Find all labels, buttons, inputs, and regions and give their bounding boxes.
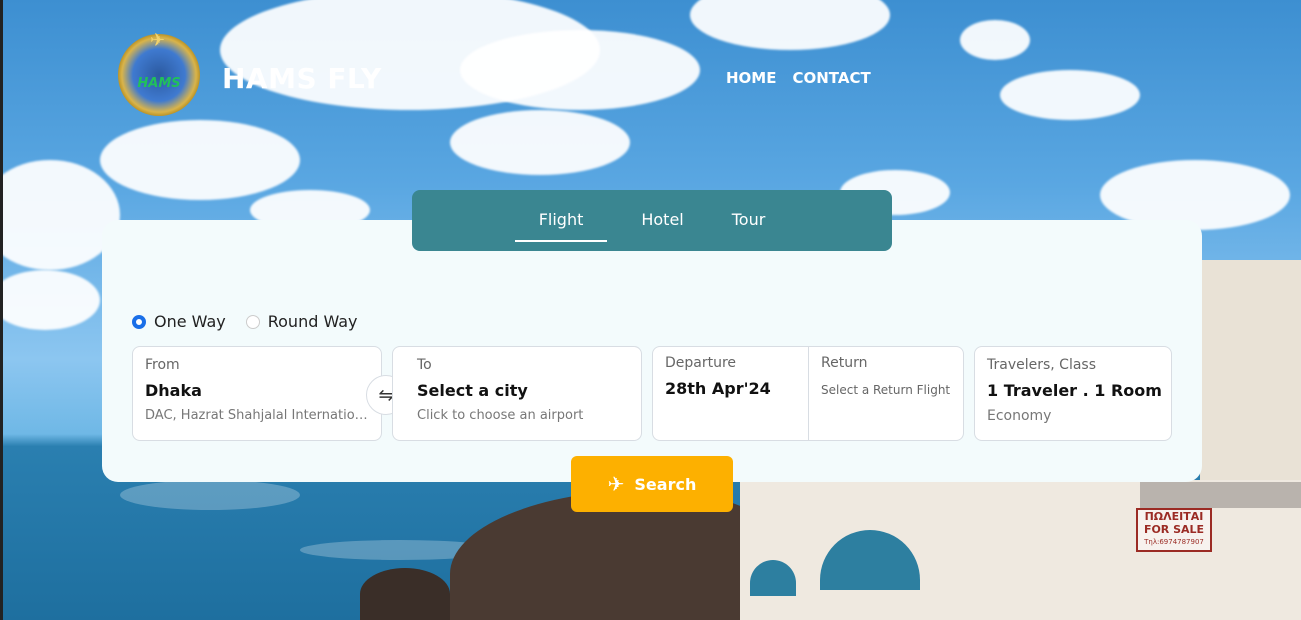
brand-logo[interactable]: ✈ HAMS <box>118 30 200 116</box>
to-hint: Click to choose an airport <box>417 408 584 423</box>
travelers-value: 1 Traveler . 1 Room <box>987 381 1162 400</box>
from-city: Dhaka <box>145 381 202 400</box>
from-airport: DAC, Hazrat Shahjalal International Airp… <box>145 408 369 423</box>
return-label: Return <box>821 355 868 371</box>
departure-date: 28th Apr'24 <box>665 379 771 398</box>
radio-unselected-icon <box>245 314 260 329</box>
return-field[interactable]: Return Select a Return Flight <box>809 347 963 440</box>
logo-text: HAMS <box>137 76 181 91</box>
date-picker: Departure 28th Apr'24 Return Select a Re… <box>652 346 964 441</box>
search-button[interactable]: ✈ Search <box>571 456 733 512</box>
for-sale-sign: ΠΩΛΕΙΤΑΙ FOR SALE Τηλ:6974787907 <box>1136 508 1212 552</box>
sign-greek-text: ΠΩΛΕΙΤΑΙ <box>1144 510 1204 523</box>
nav-contact[interactable]: CONTACT <box>792 69 870 87</box>
departure-field[interactable]: Departure 28th Apr'24 <box>653 347 808 440</box>
radio-one-way-label: One Way <box>154 312 226 331</box>
window-edge <box>0 0 3 620</box>
travelers-label: Travelers, Class <box>987 357 1097 373</box>
radio-round-way[interactable]: Round Way <box>245 312 358 331</box>
brand-name[interactable]: HAMS FLY <box>222 62 382 95</box>
airplane-icon: ✈ <box>607 472 625 496</box>
booking-tabs: Flight Hotel Tour <box>412 190 892 251</box>
to-city: Select a city <box>417 381 528 400</box>
main-nav: HOME CONTACT <box>726 69 871 87</box>
radio-selected-icon <box>132 314 146 329</box>
radio-round-way-label: Round Way <box>267 312 358 331</box>
airplane-icon: ✈ <box>150 30 166 51</box>
trip-type-selector: One Way Round Way <box>132 312 358 331</box>
return-hint: Select a Return Flight <box>821 383 951 397</box>
radio-one-way[interactable]: One Way <box>132 312 226 331</box>
from-field[interactable]: From Dhaka DAC, Hazrat Shahjalal Interna… <box>132 346 382 441</box>
from-label: From <box>145 357 180 373</box>
tab-tour[interactable]: Tour <box>708 190 790 251</box>
sign-english-text: FOR SALE <box>1143 523 1205 536</box>
travel-class: Economy <box>987 408 1052 424</box>
nav-home[interactable]: HOME <box>726 69 776 87</box>
tab-flight[interactable]: Flight <box>514 190 608 251</box>
to-label: To <box>417 357 432 373</box>
sign-phone-text: Τηλ:6974787907 <box>1144 538 1204 546</box>
to-field[interactable]: To Select a city Click to choose an airp… <box>392 346 642 441</box>
search-button-label: Search <box>634 474 697 494</box>
tab-hotel[interactable]: Hotel <box>617 190 707 251</box>
travelers-field[interactable]: Travelers, Class 1 Traveler . 1 Room Eco… <box>974 346 1172 441</box>
departure-label: Departure <box>665 355 737 371</box>
